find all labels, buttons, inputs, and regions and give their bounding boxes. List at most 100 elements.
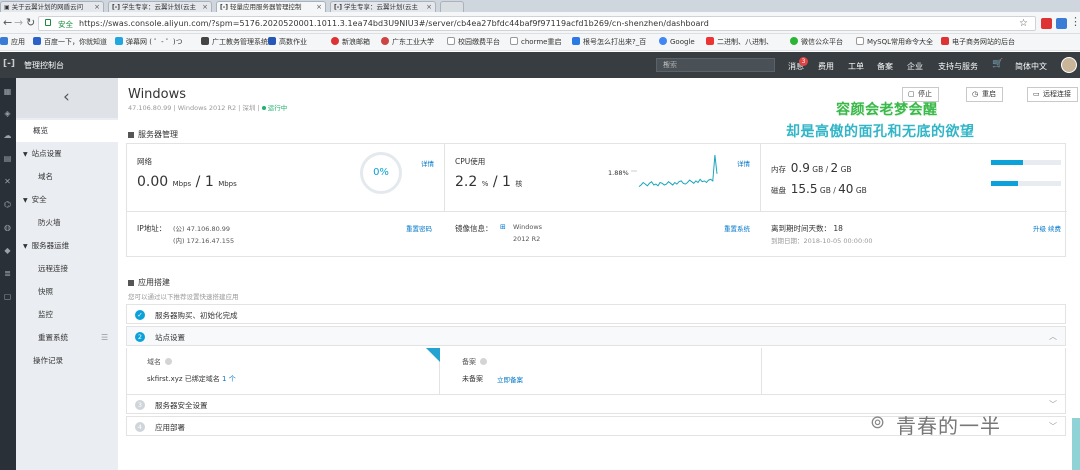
chevron-up-icon[interactable]: ︿ bbox=[1049, 331, 1057, 342]
bookmark-item[interactable]: Google bbox=[659, 37, 695, 47]
cpu-sparkline bbox=[631, 154, 718, 187]
back-icon[interactable]: ← bbox=[3, 16, 12, 30]
chevron-down-icon[interactable]: ﹀ bbox=[1049, 421, 1057, 432]
avatar[interactable] bbox=[1061, 57, 1077, 73]
disk-bar-fill bbox=[991, 181, 1019, 186]
aliyun-logo-icon[interactable]: [-] bbox=[3, 59, 15, 69]
cloud-icon[interactable]: ☁ bbox=[3, 131, 12, 140]
sidebar-item-remote[interactable]: 远程连接 bbox=[16, 258, 118, 280]
help-icon[interactable] bbox=[480, 358, 487, 365]
list-icon[interactable]: ≣ bbox=[3, 269, 12, 278]
remote-connect-button[interactable]: ▭ 远程连接 bbox=[1027, 87, 1078, 102]
tab-close-icon[interactable]: × bbox=[316, 2, 322, 12]
bookmark-item[interactable]: 广工教务管理系统 bbox=[201, 37, 268, 47]
tab-close-icon[interactable]: × bbox=[202, 2, 208, 12]
box-icon[interactable]: ▢ bbox=[3, 292, 12, 301]
search-icon[interactable]: ⌕ bbox=[663, 59, 770, 69]
cube-icon[interactable]: ◈ bbox=[3, 109, 12, 118]
setup-step-2[interactable]: 2 站点设置 ︿ bbox=[126, 326, 1066, 346]
cpu-detail-link[interactable]: 详情 bbox=[737, 158, 750, 168]
nav-icp[interactable]: 备案 bbox=[877, 61, 893, 72]
nav-enterprise[interactable]: 企业 bbox=[907, 61, 923, 72]
reload-icon[interactable]: ↻ bbox=[26, 16, 35, 30]
section-title-app: 应用搭建 bbox=[128, 277, 170, 288]
nav-support[interactable]: 支持与服务 bbox=[938, 61, 978, 72]
reset-system-link[interactable]: 重置系统 bbox=[724, 223, 750, 233]
sidebar-group-security[interactable]: ▼ 安全 bbox=[16, 189, 118, 211]
nav-billing[interactable]: 费用 bbox=[818, 61, 834, 72]
browser-tab[interactable]: [-] 学生专享：云翼计划(云主 × bbox=[108, 1, 212, 12]
domain-count-link[interactable]: 1 个 bbox=[222, 375, 236, 383]
console-title[interactable]: 管理控制台 bbox=[24, 60, 64, 71]
nav-tickets[interactable]: 工单 bbox=[848, 61, 864, 72]
url-input[interactable]: 安全 https://swas.console.aliyun.com/?spm=… bbox=[38, 16, 1036, 31]
bookmark-star-icon[interactable]: ☆ bbox=[1019, 18, 1028, 29]
bookmark-item[interactable]: 二进制、八进制、 bbox=[706, 37, 773, 47]
url-text: https://swas.console.aliyun.com/?spm=517… bbox=[79, 19, 709, 28]
globe-icon[interactable]: ◍ bbox=[3, 223, 12, 232]
side-feedback-tab[interactable] bbox=[1072, 418, 1080, 470]
tab-close-icon[interactable]: × bbox=[426, 2, 432, 12]
bookmark-item[interactable]: 校园缴费平台 bbox=[447, 37, 500, 47]
sidebar-item-snapshot[interactable]: 快照 bbox=[16, 281, 118, 303]
reset-password-link[interactable]: 重置密码 bbox=[406, 223, 432, 233]
help-icon[interactable] bbox=[165, 358, 172, 365]
setup-step-1[interactable]: ✓ 服务器购买、初始化完成 bbox=[126, 304, 1066, 324]
sidebar-item-oplog[interactable]: 操作记录 bbox=[16, 350, 118, 372]
sidebar-item-domain[interactable]: 域名 bbox=[16, 166, 118, 188]
icp-apply-link[interactable]: 立即备案 bbox=[497, 374, 523, 384]
renew-link[interactable]: 续费 bbox=[1048, 223, 1061, 233]
bookmark-item[interactable]: 百度一下，你就知道 bbox=[33, 37, 107, 47]
school-icon bbox=[381, 37, 389, 45]
tab-close-icon[interactable]: × bbox=[94, 2, 100, 12]
bookmark-item[interactable]: 根号怎么打出来?_百 bbox=[572, 37, 646, 47]
cart-icon[interactable]: 🛒 bbox=[992, 59, 1003, 69]
image-label: 镜像信息： bbox=[455, 224, 493, 233]
network-detail-link[interactable]: 详情 bbox=[421, 158, 434, 168]
upgrade-link[interactable]: 升级 bbox=[1033, 223, 1046, 233]
cpu-value: 2.2 % / 1 核 bbox=[455, 174, 523, 190]
extension-icon[interactable] bbox=[1041, 18, 1052, 29]
browser-tab[interactable]: [-] 学生专享：云翼计划(云主 × bbox=[330, 1, 436, 12]
shield-icon[interactable]: ◆ bbox=[3, 246, 12, 255]
bookmark-item[interactable]: 高数作业 bbox=[268, 37, 307, 47]
share-icon[interactable]: ⌬ bbox=[3, 200, 12, 209]
memory-row: 内存 0.9 GB / 2 GB bbox=[771, 161, 852, 175]
sidebar-item-overview[interactable]: 概览 bbox=[16, 120, 118, 142]
bookmark-item[interactable]: 弹幕网 ( ゜- ゜)つ bbox=[115, 37, 183, 47]
bookmark-item[interactable]: MySQL常用命令大全 bbox=[856, 37, 933, 47]
domain-value: skfirst.xyz 已绑定域名 1 个 bbox=[147, 375, 236, 383]
status-dot-icon bbox=[261, 106, 266, 110]
grid-icon[interactable]: ▦ bbox=[3, 87, 12, 96]
bookmark-item[interactable]: 新浪邮箱 bbox=[331, 37, 370, 47]
search-input[interactable]: 搜索 ⌕ bbox=[656, 58, 775, 72]
chevron-down-icon[interactable]: ﹀ bbox=[1049, 399, 1057, 410]
sidebar-item-monitor[interactable]: 监控 bbox=[16, 304, 118, 326]
page-title: Windows bbox=[128, 87, 187, 102]
browser-tab[interactable]: ▣ 关于云翼计划的网盾云问 × bbox=[0, 1, 104, 12]
sidebar-group-site[interactable]: ▼ 站点设置 bbox=[16, 143, 118, 165]
bookmark-item[interactable]: 电子商务网站的后台 bbox=[941, 37, 1015, 47]
restart-button[interactable]: ◷ 重启 bbox=[966, 87, 1003, 102]
cross-icon[interactable]: ✕ bbox=[3, 177, 12, 186]
c-icon bbox=[268, 37, 276, 45]
extension-icon[interactable] bbox=[1056, 18, 1067, 29]
server-icon[interactable]: ▤ bbox=[3, 154, 12, 163]
network-gauge: 0% bbox=[360, 152, 402, 194]
bookmark-item[interactable]: chorme重启 bbox=[510, 37, 561, 47]
back-button[interactable]: ‹ bbox=[16, 78, 118, 118]
drag-handle-icon[interactable]: ☰ bbox=[101, 334, 108, 342]
bookmark-item[interactable]: 应用 bbox=[0, 37, 25, 47]
sidebar-item-firewall[interactable]: 防火墙 bbox=[16, 212, 118, 234]
forward-icon[interactable]: → bbox=[14, 16, 23, 30]
new-tab-button[interactable] bbox=[440, 1, 464, 12]
bookmark-item[interactable]: 微信公众平台 bbox=[790, 37, 843, 47]
menu-icon[interactable]: ⋮ bbox=[1070, 15, 1080, 29]
sidebar-item-reset[interactable]: 重置系统 ☰ bbox=[16, 327, 118, 349]
browser-tab-active[interactable]: [-] 轻量应用服务器管理控制 × bbox=[216, 1, 326, 12]
bookmark-item[interactable]: 广东工业大学 bbox=[381, 37, 434, 47]
network-card: 网络 0.00 Mbps / 1 Mbps 0% 详情 bbox=[127, 144, 445, 211]
image-version: 2012 R2 bbox=[513, 235, 541, 243]
language-switch[interactable]: 简体中文 bbox=[1015, 61, 1047, 72]
sidebar-group-ops[interactable]: ▼ 服务器运维 bbox=[16, 235, 118, 257]
